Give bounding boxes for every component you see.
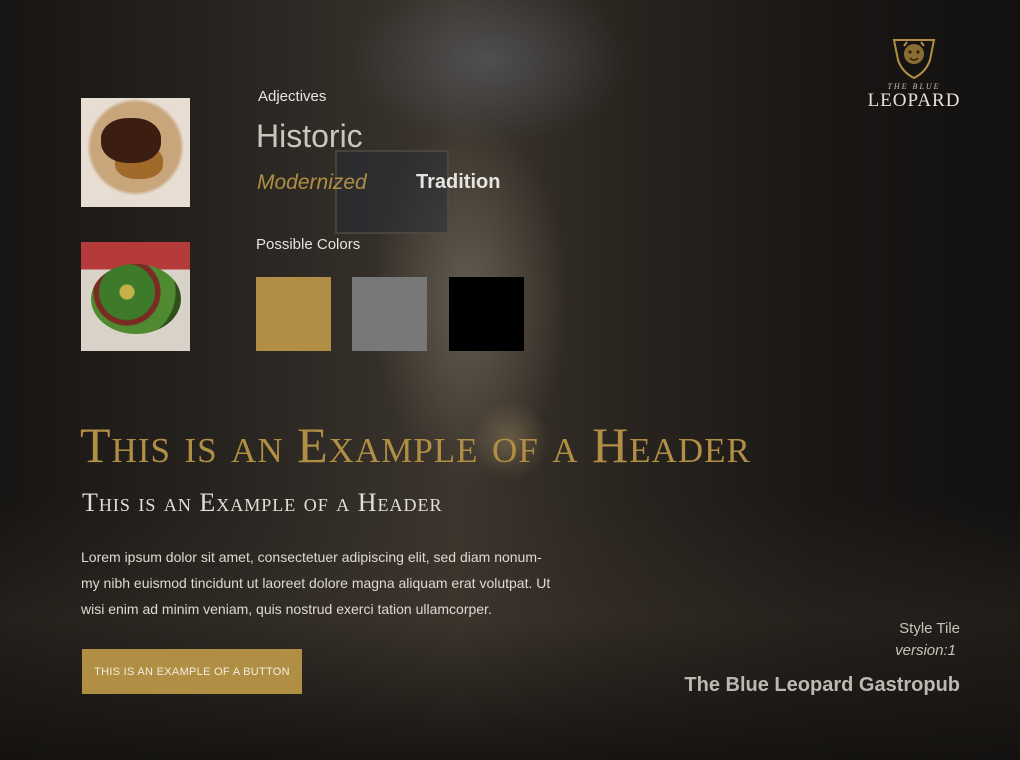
adjectives-label: Adjectives (258, 88, 327, 105)
leopard-crest-icon (892, 39, 936, 80)
adjective-historic: Historic (256, 118, 363, 154)
body-paragraph: Lorem ipsum dolor sit amet, consectetuer… (81, 549, 551, 617)
example-header-large: This is an Example of a Header (80, 417, 751, 473)
color-swatch-gray (352, 277, 427, 351)
project-name: The Blue Leopard Gastropub (684, 674, 960, 696)
color-swatch-gold (256, 277, 331, 351)
logo-leopard: LEOPARD (867, 90, 961, 111)
example-button[interactable]: THIS IS AN EXAMPLE OF A BUTTON (82, 649, 302, 694)
blue-leopard-logo: THE BLUE LEOPARD (866, 34, 962, 112)
example-header-small: This is an Example of a Header (82, 488, 443, 517)
possible-colors-label: Possible Colors (256, 236, 361, 253)
style-tile-label: Style Tile (899, 620, 960, 637)
background-ground (0, 500, 1020, 760)
adjective-modernized: Modernized (257, 171, 367, 194)
salad-photo (81, 242, 190, 351)
color-swatch-black (449, 277, 524, 351)
steak-photo (81, 98, 190, 207)
version-label: version:1 (895, 642, 956, 659)
adjective-tradition: Tradition (416, 171, 501, 193)
